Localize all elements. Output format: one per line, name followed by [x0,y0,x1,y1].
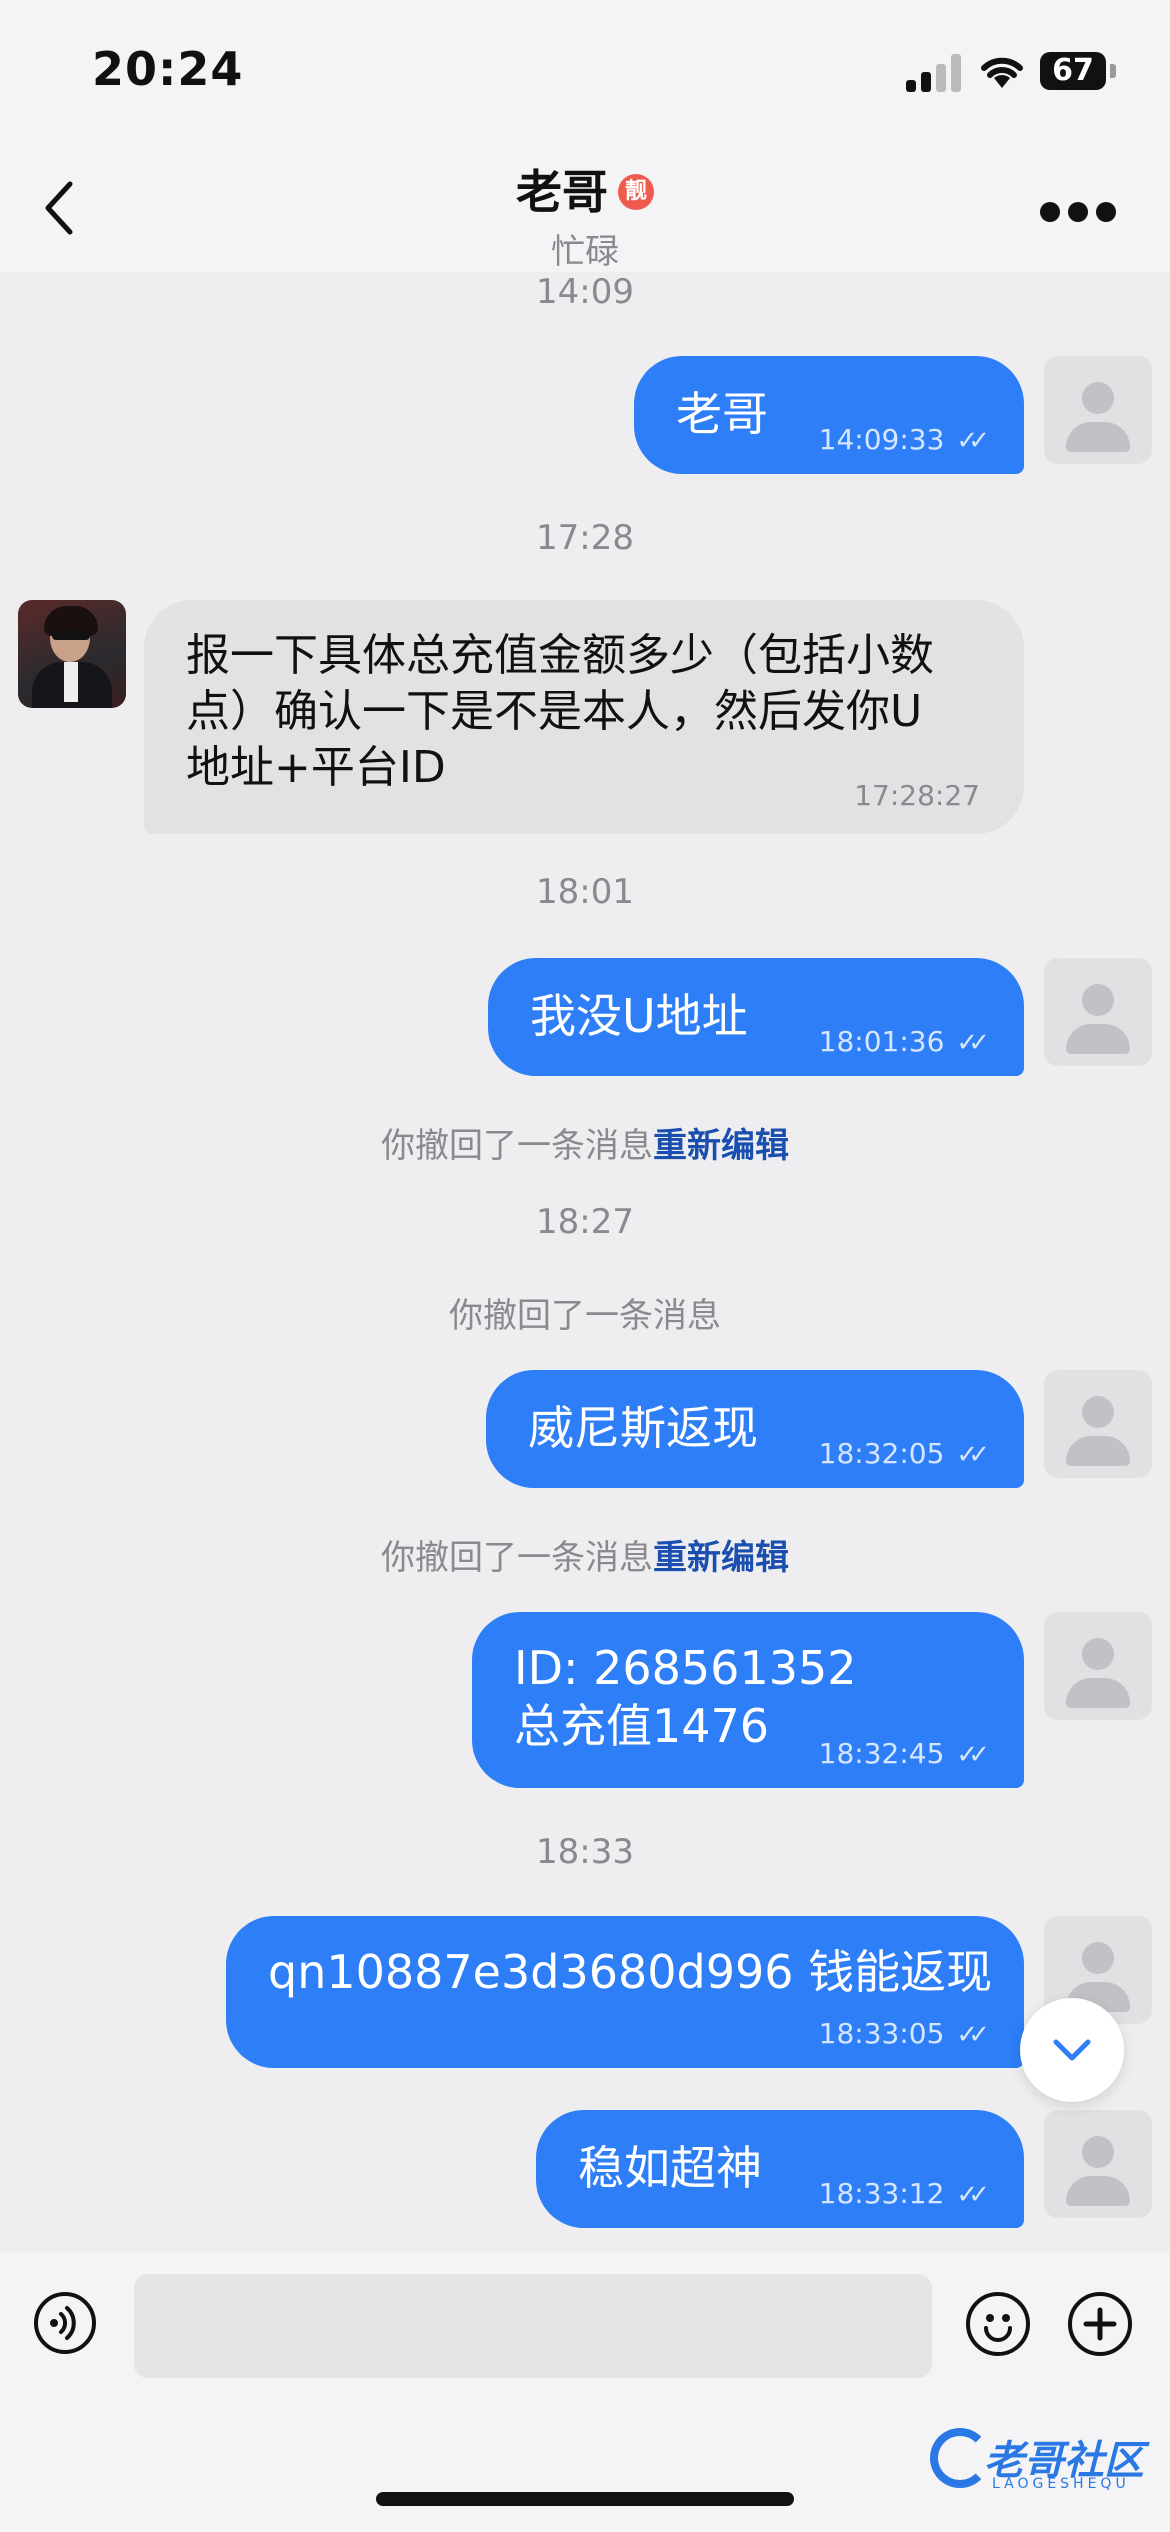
watermark-logo: 老哥社区 LAOGESHEQU [930,2422,1160,2502]
wifi-icon [981,57,1023,88]
contact-avatar[interactable] [18,600,126,708]
watermark-subtext: LAOGESHEQU [992,2476,1130,2492]
message-bubble-outgoing[interactable]: 我没U地址 18:01:36 ✓✓ [488,958,1024,1076]
contact-name-text: 老哥 [516,165,608,219]
message-text: 老哥 [676,387,768,441]
recalled-text: 你撤回了一条消息 [381,1538,653,1578]
message-bubble-outgoing[interactable]: 老哥 14:09:33 ✓✓ [634,356,1024,474]
recalled-notice: 你撤回了一条消息重新编辑 [0,1118,1170,1167]
battery-icon: 67 [1040,52,1106,90]
plus-icon [1083,2307,1117,2341]
recalled-text: 你撤回了一条消息 [449,1296,721,1336]
message-list[interactable]: 14:09 老哥 14:09:33 ✓✓ 17:28 报一下具体总充值金额多少（包… [0,272,1170,2252]
self-avatar[interactable] [1044,1612,1152,1720]
message-meta: 18:01:36 ✓✓ [818,1025,990,1058]
message-input[interactable] [134,2274,932,2378]
read-check-icon: ✓✓ [956,426,989,456]
message-text: 稳如超神 [578,2141,762,2195]
recalled-notice: 你撤回了一条消息重新编辑 [0,1530,1170,1579]
vip-badge-icon: 靓 [618,173,654,210]
reedit-link[interactable]: 重新编辑 [653,1126,789,1166]
message-time: 17:28:27 [854,779,980,812]
status-time: 20:24 [92,42,244,96]
self-avatar[interactable] [1044,2110,1152,2218]
scroll-to-bottom-button[interactable] [1020,1998,1124,2102]
message-bubble-incoming[interactable]: 报一下具体总充值金额多少（包括小数点）确认一下是不是本人，然后发你U地址+平台I… [144,600,1024,834]
message-text: 我没U地址 [530,989,748,1043]
message-meta: 18:33:05 ✓✓ [818,2017,990,2050]
timestamp-separator: 18:01 [536,872,634,912]
message-text: qn10887e3d3680d996 钱能返现 [268,1945,993,1999]
logo-swoosh-icon [930,2428,990,2488]
message-time: 18:01:36 [818,1025,945,1058]
message-text-line2: 总充值1476 [514,1699,770,1753]
self-avatar[interactable] [1044,958,1152,1066]
message-time: 18:33:05 [818,2017,945,2050]
message-meta: 18:32:05 ✓✓ [818,1437,990,1470]
self-avatar[interactable] [1044,1370,1152,1478]
message-text-line1: ID: 268561352 [514,1641,857,1695]
message-meta: 18:32:45 ✓✓ [818,1737,990,1770]
timestamp-separator: 18:27 [536,1202,634,1242]
reedit-link[interactable]: 重新编辑 [653,1538,789,1578]
message-meta: 14:09:33 ✓✓ [818,423,990,456]
home-indicator [376,2492,794,2506]
voice-wave-icon [50,2306,76,2340]
message-meta: 18:33:12 ✓✓ [818,2177,990,2210]
message-text: 威尼斯返现 [528,1401,758,1455]
read-check-icon: ✓✓ [956,1440,989,1470]
input-bar: 老哥社区 LAOGESHEQU [0,2252,1170,2532]
message-bubble-outgoing[interactable]: 稳如超神 18:33:12 ✓✓ [536,2110,1024,2228]
recalled-text: 你撤回了一条消息 [381,1126,653,1166]
voice-input-button[interactable] [34,2292,96,2354]
cellular-signal-icon [906,52,962,92]
read-check-icon: ✓✓ [956,1028,989,1058]
read-check-icon: ✓✓ [956,2180,989,2210]
timestamp-separator: 18:33 [536,1832,634,1872]
timestamp-separator: 14:09 [536,272,634,312]
read-check-icon: ✓✓ [956,1740,989,1770]
message-time: 18:33:12 [818,2177,945,2210]
status-bar: 20:24 67 [0,0,1170,140]
recalled-notice: 你撤回了一条消息 [0,1288,1170,1337]
chevron-down-icon [1053,2039,1091,2061]
message-bubble-outgoing[interactable]: ID: 268561352 总充值1476 18:32:45 ✓✓ [472,1612,1024,1788]
contact-status: 忙碌 [551,232,619,272]
message-time: 18:32:45 [818,1737,945,1770]
contact-name[interactable]: 老哥靓 [0,156,1170,222]
emoji-button[interactable] [966,2292,1030,2356]
more-actions-button[interactable] [1068,2292,1132,2356]
message-time: 14:09:33 [818,423,945,456]
more-options-icon[interactable] [1040,202,1116,222]
self-avatar[interactable] [1044,356,1152,464]
battery-cap [1110,64,1116,78]
message-bubble-outgoing[interactable]: qn10887e3d3680d996 钱能返现 18:33:05 ✓✓ [226,1916,1024,2068]
message-text: 报一下具体总充值金额多少（包括小数点）确认一下是不是本人，然后发你U地址+平台I… [186,630,934,793]
chat-header: 老哥靓 忙碌 [0,140,1170,272]
message-bubble-outgoing[interactable]: 威尼斯返现 18:32:05 ✓✓ [486,1370,1024,1488]
message-time: 18:32:05 [818,1437,945,1470]
smile-icon [984,2314,1012,2342]
read-check-icon: ✓✓ [956,2020,989,2050]
timestamp-separator: 17:28 [536,518,634,558]
